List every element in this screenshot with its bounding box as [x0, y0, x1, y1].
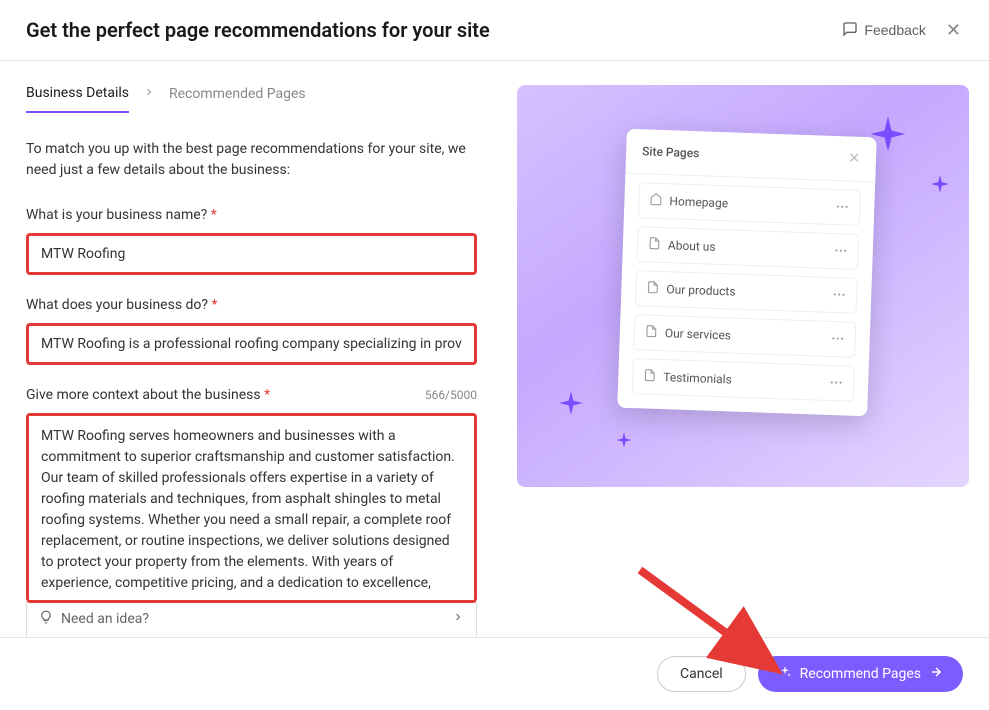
close-button[interactable]: ✕	[944, 19, 963, 41]
card-item-services: Our services •••	[633, 314, 856, 358]
footer: Cancel Recommend Pages	[0, 637, 989, 710]
sparkle-icon	[615, 431, 633, 449]
close-icon: ✕	[848, 150, 860, 166]
chevron-right-icon	[143, 86, 155, 112]
business-desc-highlight	[26, 323, 477, 365]
sparkle-icon	[778, 665, 792, 683]
intro-text: To match you up with the best page recom…	[26, 139, 477, 181]
business-name-group: What is your business name? *	[26, 207, 477, 275]
need-idea-label: Need an idea?	[61, 611, 149, 627]
card-item-testimonials: Testimonials •••	[632, 358, 855, 402]
business-context-label: Give more context about the business *	[26, 387, 270, 403]
card-item-about: About us •••	[636, 226, 859, 270]
header: Get the perfect page recommendations for…	[0, 0, 989, 61]
chat-icon	[842, 21, 858, 40]
business-name-highlight	[26, 233, 477, 275]
page-icon	[646, 281, 660, 297]
char-counter: 566/5000	[425, 388, 477, 402]
breadcrumb: Business Details Recommended Pages	[26, 85, 477, 113]
feedback-label: Feedback	[864, 22, 925, 38]
lightbulb-icon	[39, 610, 53, 628]
illustration-panel: Site Pages ✕ Homepage •••	[517, 85, 969, 639]
sparkle-icon	[557, 389, 585, 417]
need-idea-button[interactable]: Need an idea?	[26, 600, 477, 639]
required-marker: *	[264, 387, 270, 403]
business-context-group: Give more context about the business * 5…	[26, 387, 477, 639]
breadcrumb-next: Recommended Pages	[169, 86, 306, 112]
business-name-input[interactable]	[29, 236, 474, 272]
close-icon: ✕	[946, 20, 961, 40]
sparkle-icon	[929, 173, 951, 195]
more-icon: •••	[834, 246, 848, 257]
feedback-button[interactable]: Feedback	[842, 21, 925, 40]
recommend-label: Recommend Pages	[800, 666, 921, 682]
home-icon	[649, 193, 663, 209]
page-icon	[648, 237, 662, 253]
card-header: Site Pages ✕	[625, 129, 876, 183]
required-marker: *	[211, 207, 217, 223]
cancel-button[interactable]: Cancel	[657, 656, 746, 692]
breadcrumb-current[interactable]: Business Details	[26, 85, 129, 113]
page-icon	[643, 368, 657, 384]
arrow-right-icon	[929, 665, 943, 683]
required-marker: *	[212, 297, 218, 313]
chevron-right-icon	[452, 611, 464, 627]
site-pages-card: Site Pages ✕ Homepage •••	[617, 129, 877, 417]
header-actions: Feedback ✕	[842, 19, 963, 41]
recommend-pages-button[interactable]: Recommend Pages	[758, 656, 963, 692]
page-title: Get the perfect page recommendations for…	[26, 18, 490, 42]
main-container: Business Details Recommended Pages To ma…	[0, 61, 989, 649]
form-panel: Business Details Recommended Pages To ma…	[26, 85, 477, 639]
business-desc-input[interactable]	[29, 326, 474, 362]
more-icon: •••	[831, 333, 845, 344]
more-icon: •••	[830, 377, 844, 388]
business-name-label: What is your business name? *	[26, 207, 477, 223]
card-title: Site Pages	[642, 144, 700, 160]
business-context-textarea[interactable]	[29, 416, 474, 596]
more-icon: •••	[836, 202, 850, 213]
card-item-homepage: Homepage •••	[638, 182, 861, 226]
more-icon: •••	[833, 290, 847, 301]
card-item-products: Our products •••	[635, 270, 858, 314]
page-icon	[645, 324, 659, 340]
illustration: Site Pages ✕ Homepage •••	[517, 85, 969, 487]
business-context-highlight	[26, 413, 477, 603]
business-desc-label: What does your business do? *	[26, 297, 477, 313]
business-desc-group: What does your business do? *	[26, 297, 477, 365]
